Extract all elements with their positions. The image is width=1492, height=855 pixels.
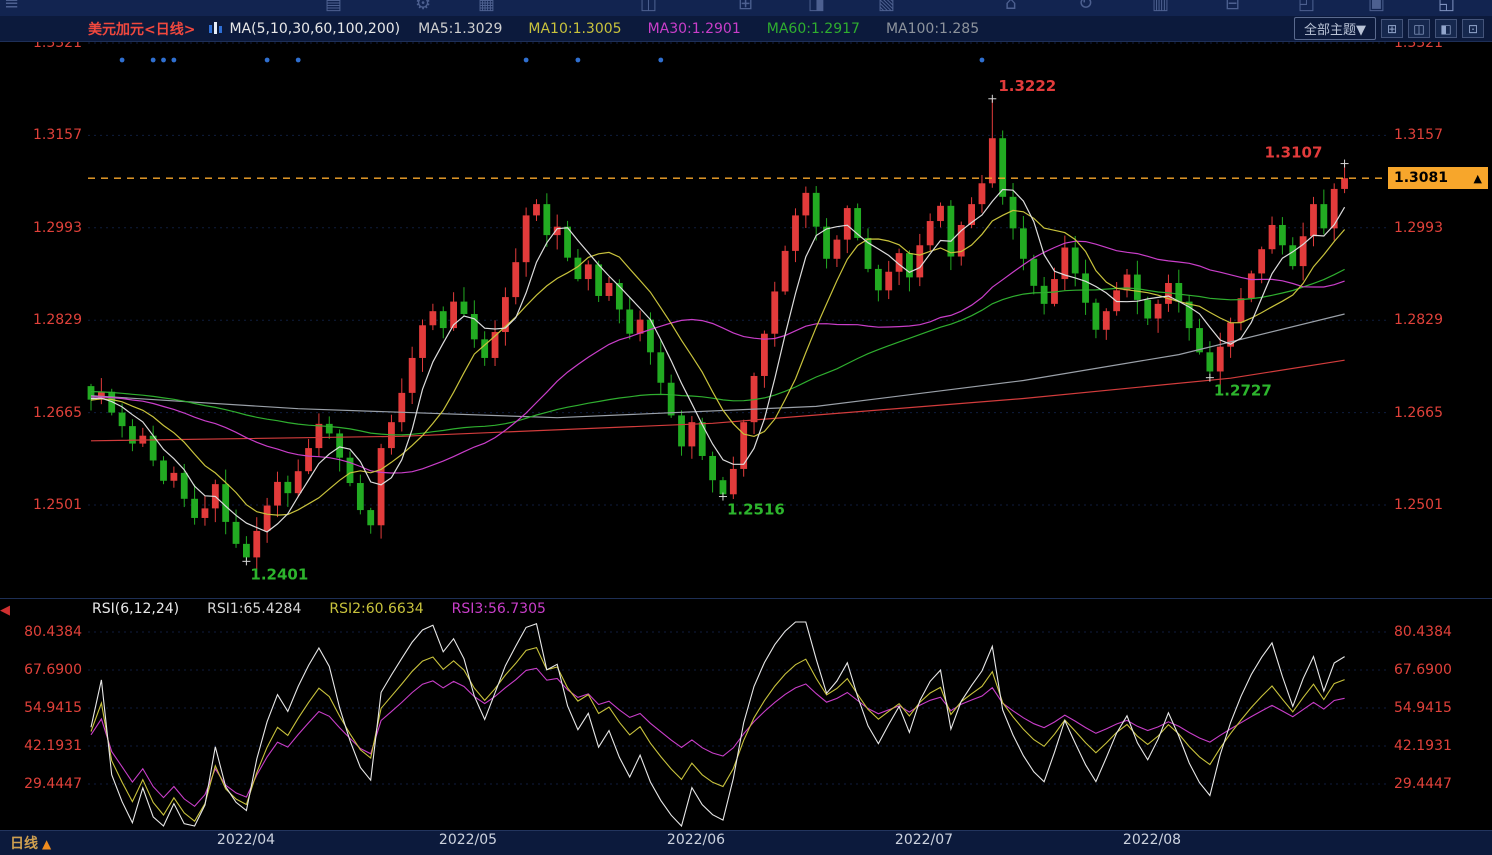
symbol-title: 美元加元<日线> <box>88 19 195 39</box>
price-axis-label: 1.2501 <box>0 497 82 513</box>
toolbar-icon-fragment[interactable]: ↻ <box>1078 0 1093 14</box>
svg-text:1.3107: 1.3107 <box>1265 144 1323 162</box>
price-axis-label-right: 1.2829 <box>1394 312 1476 328</box>
indicator-icon[interactable] <box>209 22 223 35</box>
ma30-value: MA30:1.2901 <box>648 21 741 37</box>
toolbar-icon-fragment[interactable]: ▥ <box>1152 0 1169 14</box>
toolbar-icon-fragment[interactable]: ≡ <box>4 0 19 14</box>
theme-selector-button[interactable]: 全部主题▼ <box>1294 17 1376 40</box>
rsi-axis-label: 54.9415 <box>0 700 82 716</box>
rsi-axis-label-right: 54.9415 <box>1394 700 1476 716</box>
price-axis-label-right: 1.2665 <box>1394 405 1476 421</box>
toolbar-icon-fragment[interactable]: ▧ <box>878 0 895 14</box>
price-tag-arrow-icon: ▲ <box>1474 172 1482 185</box>
toolbar-icon-fragment[interactable]: ▦ <box>478 0 495 14</box>
period-up-arrow-icon[interactable]: ▲ <box>42 837 51 851</box>
date-axis-label: 2022/06 <box>656 832 736 848</box>
ma60-value: MA60:1.2917 <box>767 21 860 37</box>
layout-split-icon[interactable]: ◫ <box>1408 19 1430 38</box>
layout-left-panel-icon[interactable]: ◧ <box>1435 19 1457 38</box>
toolbar-icon-fragment[interactable]: ◱ <box>1438 0 1455 14</box>
chart-canvas[interactable]: 1.2401 1.2516 1.2727 1.3222 1.3107 <box>0 0 1492 855</box>
svg-text:1.3222: 1.3222 <box>998 77 1056 95</box>
date-axis-label: 2022/07 <box>884 832 964 848</box>
toolbar-icon-fragment[interactable]: ◰ <box>1298 0 1315 14</box>
ma10-value: MA10:1.3005 <box>528 21 621 37</box>
rsi3-value: RSI3:56.7305 <box>452 601 546 617</box>
rsi-axis-label-right: 80.4384 <box>1394 624 1476 640</box>
top-toolbar: ≡ ▤ ⚙ ▦ ◫ ⊞ ◨ ▧ ⌂ ↻ ▥ ⊟ ◰ ▣ ◱ <box>0 0 1492 16</box>
rsi-axis-label: 42.1931 <box>0 738 82 754</box>
chart-header: 美元加元<日线> MA(5,10,30,60,100,200) MA5:1.30… <box>0 16 1492 42</box>
trading-app-window: ≡ ▤ ⚙ ▦ ◫ ⊞ ◨ ▧ ⌂ ↻ ▥ ⊟ ◰ ▣ ◱ 美元加元<日线> M… <box>0 0 1492 855</box>
rsi-axis-label-right: 42.1931 <box>1394 738 1476 754</box>
rsi1-value: RSI1:65.4284 <box>207 601 301 617</box>
date-axis-label: 2022/04 <box>206 832 286 848</box>
rsi-axis-label: 80.4384 <box>0 624 82 640</box>
last-price-tag: 1.3081 ▲ <box>1388 167 1488 189</box>
toolbar-icon-fragment[interactable]: ⚙ <box>415 0 431 14</box>
toolbar-icon-fragment[interactable]: ◨ <box>808 0 825 14</box>
date-axis-label: 2022/05 <box>428 832 508 848</box>
layout-single-icon[interactable]: ⊡ <box>1462 19 1484 38</box>
rsi-settings-label[interactable]: RSI(6,12,24) <box>92 601 179 617</box>
rsi-axis-label-right: 67.6900 <box>1394 662 1476 678</box>
toolbar-icon-fragment[interactable]: ◫ <box>640 0 657 14</box>
ma-settings-label[interactable]: MA(5,10,30,60,100,200) <box>229 21 400 37</box>
rsi2-value: RSI2:60.6634 <box>329 601 423 617</box>
ma5-value: MA5:1.3029 <box>418 21 502 37</box>
price-axis-label-right: 1.3157 <box>1394 127 1476 143</box>
rsi-axis-label: 67.6900 <box>0 662 82 678</box>
red-marker-icon[interactable]: ◀ <box>0 603 10 618</box>
rsi-axis-label: 29.4447 <box>0 776 82 792</box>
rsi-axis-label-right: 29.4447 <box>1394 776 1476 792</box>
price-axis-label: 1.2665 <box>0 405 82 421</box>
last-price-value: 1.3081 <box>1394 170 1448 186</box>
price-axis-label: 1.3157 <box>0 127 82 143</box>
period-text: 日线 <box>10 836 38 852</box>
layout-grid-icon[interactable]: ⊞ <box>1381 19 1403 38</box>
svg-text:1.2401: 1.2401 <box>250 565 308 583</box>
price-axis-label: 1.2993 <box>0 220 82 236</box>
price-axis-label: 1.2829 <box>0 312 82 328</box>
toolbar-icon-fragment[interactable]: ⊞ <box>738 0 753 14</box>
svg-text:1.2727: 1.2727 <box>1214 382 1272 400</box>
period-label[interactable]: 日线 ▲ <box>10 833 51 853</box>
toolbar-icon-fragment[interactable]: ▤ <box>325 0 342 14</box>
toolbar-icon-fragment[interactable]: ⌂ <box>1005 0 1016 14</box>
toolbar-icon-fragment[interactable]: ⊟ <box>1225 0 1240 14</box>
toolbar-icon-fragment[interactable]: ▣ <box>1368 0 1385 14</box>
price-axis-label-right: 1.2993 <box>1394 220 1476 236</box>
ma100-value: MA100:1.285 <box>886 21 979 37</box>
svg-text:1.2516: 1.2516 <box>727 501 785 519</box>
rsi-panel-header: RSI(6,12,24) RSI1:65.4284 RSI2:60.6634 R… <box>92 601 546 617</box>
price-axis-label-right: 1.2501 <box>1394 497 1476 513</box>
date-axis-label: 2022/08 <box>1112 832 1192 848</box>
